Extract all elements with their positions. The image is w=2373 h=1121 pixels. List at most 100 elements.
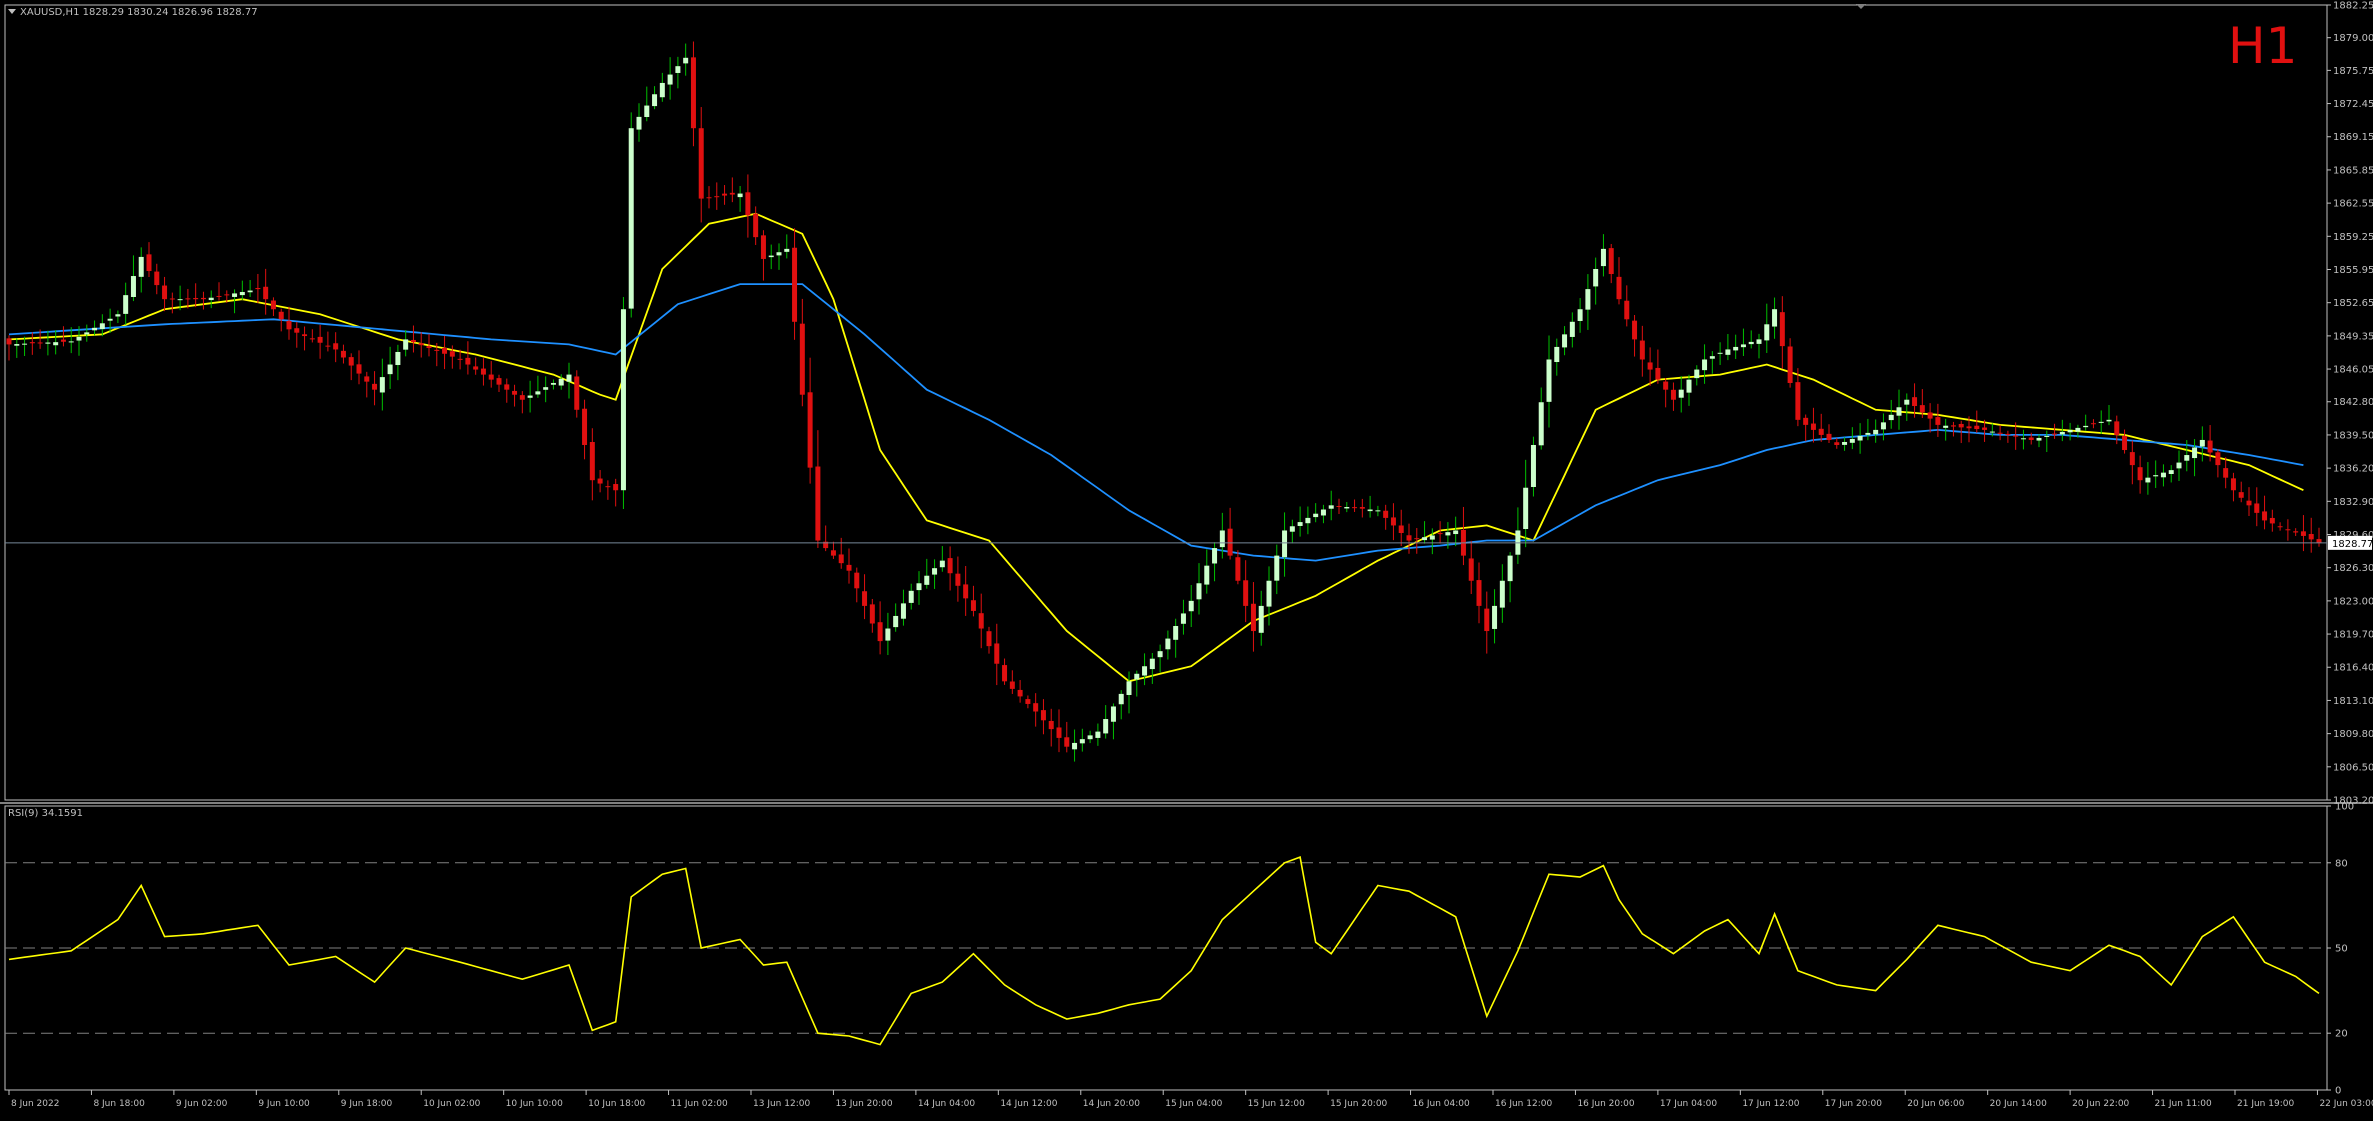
time-tick-label: 16 Jun 04:00: [1413, 1099, 1470, 1109]
candle-body: [1134, 673, 1140, 680]
candle-body: [947, 558, 953, 574]
candle-body: [488, 374, 494, 380]
candle-body: [1842, 441, 1848, 445]
candle-body: [270, 300, 276, 310]
candle-body: [2199, 439, 2205, 447]
time-tick-label: 8 Jun 2022: [11, 1099, 59, 1109]
candle-body: [1974, 425, 1980, 430]
candle-body: [2013, 435, 2019, 437]
candle-body: [302, 334, 308, 337]
candle-body: [37, 342, 43, 344]
candle-body: [418, 343, 424, 346]
candle-body: [1958, 423, 1964, 428]
candle-body: [807, 392, 813, 468]
candle-body: [1095, 731, 1101, 738]
candle-body: [862, 591, 868, 606]
price-tick-label: 1819.70: [2333, 630, 2373, 641]
candle-body: [1997, 432, 2003, 434]
candle-body: [410, 339, 416, 343]
candle-body: [2098, 421, 2104, 423]
candle-body: [1258, 605, 1264, 633]
price-tick-label: 1869.15: [2333, 132, 2373, 143]
candle-body: [2036, 437, 2042, 441]
candle-body: [1484, 608, 1490, 632]
candle-body: [636, 116, 642, 130]
candle-body: [1577, 309, 1583, 321]
chart-shift-marker-icon[interactable]: [1856, 4, 1866, 9]
candle-body: [138, 256, 144, 277]
candle-body: [379, 377, 385, 393]
candle-body: [263, 286, 269, 300]
candle-body: [1398, 525, 1404, 533]
candle-body: [200, 297, 206, 300]
candle-body: [2246, 500, 2252, 506]
candle-body: [2160, 472, 2166, 478]
time-tick-label: 17 Jun 20:00: [1825, 1099, 1882, 1109]
candle-body: [1670, 389, 1676, 400]
candle-body: [449, 351, 455, 357]
candle-body: [714, 196, 720, 198]
candle-body: [1569, 321, 1575, 337]
candle-body: [2192, 447, 2198, 459]
candle-body: [1803, 417, 1809, 425]
candle-body: [1212, 548, 1218, 564]
candle-body: [2184, 455, 2190, 461]
candle-body: [224, 294, 230, 296]
candle-body: [1982, 427, 1988, 430]
candle-body: [403, 339, 409, 350]
candle-body: [838, 554, 844, 564]
candle-body: [1849, 438, 1855, 443]
price-tick-label: 1852.65: [2333, 298, 2373, 309]
symbol-menu-triangle-icon[interactable]: [8, 9, 16, 14]
candle-body: [480, 368, 486, 375]
candle-body: [1414, 538, 1420, 540]
candle-body: [986, 631, 992, 647]
candle-body: [869, 604, 875, 624]
candle-body: [1375, 510, 1381, 512]
candle-body: [1873, 429, 1879, 435]
candle-body: [776, 252, 782, 256]
candle-body: [1359, 507, 1365, 509]
candle-body: [426, 346, 432, 349]
candle-body: [1453, 530, 1459, 535]
time-tick-label: 21 Jun 11:00: [2155, 1099, 2212, 1109]
candle-body: [107, 318, 113, 321]
candle-body: [53, 342, 59, 346]
candle-body: [605, 486, 611, 488]
rsi-tick-label: 50: [2335, 944, 2348, 955]
price-tick-label: 1879.00: [2333, 33, 2373, 44]
candle-body: [613, 484, 619, 491]
candle-body: [1702, 359, 1708, 371]
chart-window[interactable]: 1882.25 1879.00 1875.75 1872.45 1869.15 1865.…: [0, 0, 2373, 1116]
candle-body: [2269, 517, 2275, 524]
candle-body: [846, 564, 852, 571]
candle-body: [434, 349, 440, 351]
time-tick-label: 8 Jun 18:00: [93, 1099, 145, 1109]
candle-body: [768, 255, 774, 258]
price-tick-label: 1865.85: [2333, 165, 2373, 176]
candle-body: [675, 66, 681, 73]
candle-body: [939, 560, 945, 568]
time-tick-label: 14 Jun 20:00: [1083, 1099, 1140, 1109]
candle-body: [14, 344, 20, 346]
candle-body: [737, 193, 743, 198]
candle-body: [1857, 435, 1863, 441]
candle-body: [29, 342, 35, 344]
candle-body: [582, 408, 588, 445]
time-tick-label: 17 Jun 12:00: [1742, 1099, 1799, 1109]
candle-body: [745, 192, 751, 216]
candle-body: [1740, 344, 1746, 348]
candle-body: [169, 298, 175, 300]
candle-body: [1865, 432, 1871, 435]
time-tick-label: 22 Jun 03:00: [2319, 1099, 2373, 1109]
candle-body: [1064, 737, 1070, 747]
price-axis: 1882.25 1879.00 1875.75 1872.45 1869.15 1865.…: [2327, 1, 2373, 807]
candle-body: [1593, 268, 1599, 287]
candle-body: [1834, 442, 1840, 445]
candle-body: [994, 643, 1000, 664]
candle-body: [1772, 309, 1778, 327]
candle-body: [1219, 530, 1225, 548]
candle-body: [22, 343, 28, 345]
chart-canvas[interactable]: 1882.25 1879.00 1875.75 1872.45 1869.15 1865.…: [0, 0, 2373, 1116]
rsi-layer: [5, 856, 2327, 1046]
